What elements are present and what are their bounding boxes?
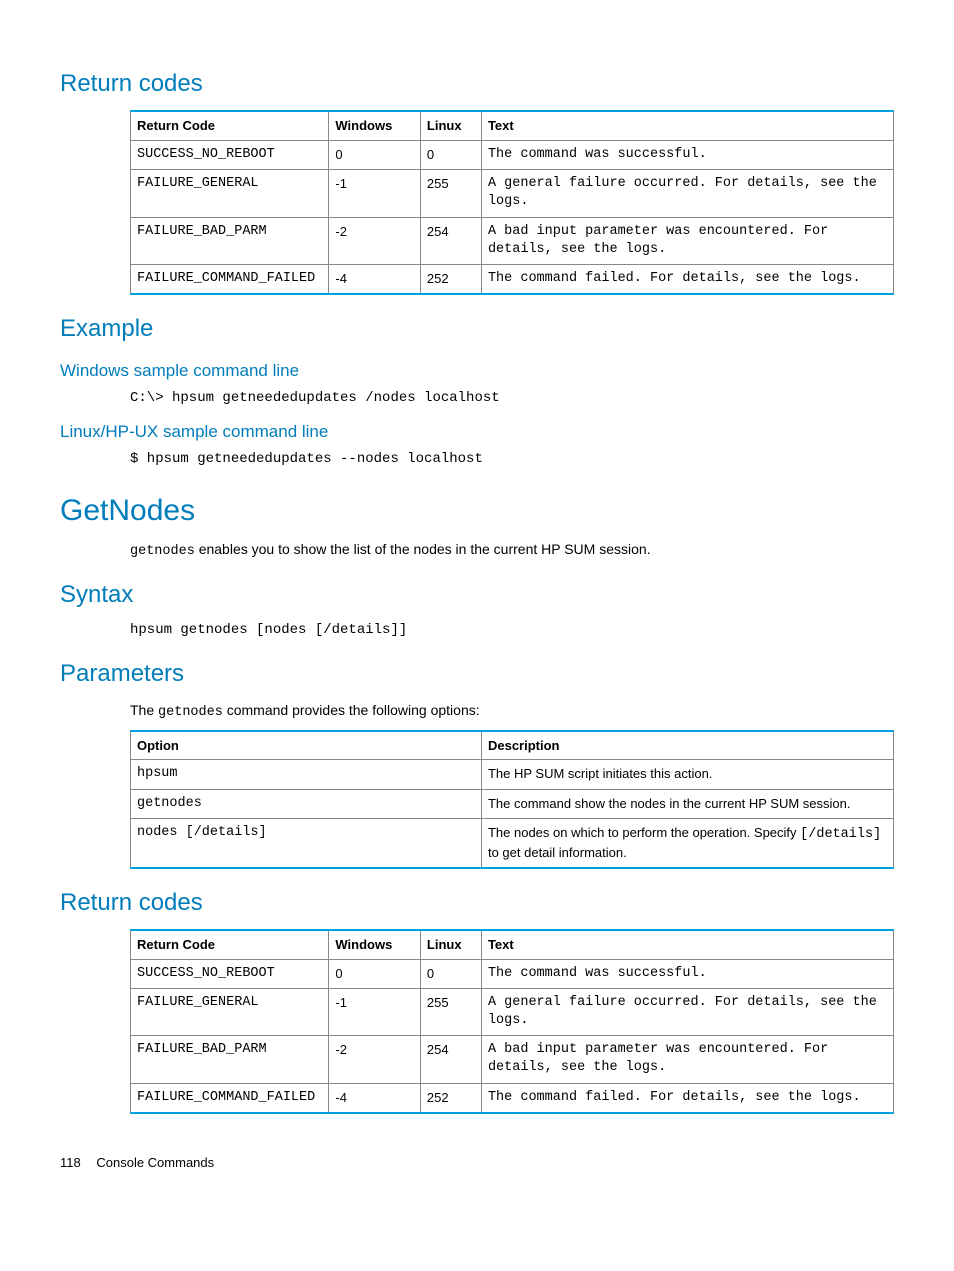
params-text-pre: The xyxy=(130,702,158,718)
return-codes-table-1: Return Code Windows Linux Text SUCCESS_N… xyxy=(130,110,894,295)
cell-win: -2 xyxy=(329,1036,421,1083)
cell-description: The nodes on which to perform the operat… xyxy=(481,818,893,867)
table-row: FAILURE_BAD_PARM -2 254 A bad input para… xyxy=(131,1036,894,1083)
cell-lin: 255 xyxy=(420,988,481,1035)
heading-syntax: Syntax xyxy=(60,579,894,611)
th-text: Text xyxy=(481,111,893,140)
cell-win: -2 xyxy=(329,217,421,264)
cell-text: A general failure occurred. For details,… xyxy=(481,988,893,1035)
table-row: FAILURE_BAD_PARM -2 254 A bad input para… xyxy=(131,217,894,264)
cell-win: -1 xyxy=(329,988,421,1035)
th-return-code: Return Code xyxy=(131,930,329,959)
heading-example: Example xyxy=(60,313,894,345)
heading-windows-sample: Windows sample command line xyxy=(60,360,894,383)
desc-pre: The nodes on which to perform the operat… xyxy=(488,825,800,840)
footer-title: Console Commands xyxy=(96,1155,214,1170)
cell-option: nodes [/details] xyxy=(131,818,482,867)
cell-win: -4 xyxy=(329,1083,421,1113)
cell-text: The command was successful. xyxy=(481,959,893,988)
cell-text: A bad input parameter was encountered. F… xyxy=(481,217,893,264)
cell-lin: 254 xyxy=(420,217,481,264)
desc-post: to get detail information. xyxy=(488,845,627,860)
table-row: hpsum The HP SUM script initiates this a… xyxy=(131,760,894,789)
cell-lin: 255 xyxy=(420,170,481,217)
th-option: Option xyxy=(131,731,482,760)
cell-text: The command failed. For details, see the… xyxy=(481,1083,893,1113)
cell-code: FAILURE_BAD_PARM xyxy=(131,217,329,264)
windows-sample-command: C:\> hpsum getneededupdates /nodes local… xyxy=(130,389,894,408)
cell-option: hpsum xyxy=(131,760,482,789)
cell-code: FAILURE_GENERAL xyxy=(131,988,329,1035)
parameters-description: The getnodes command provides the follow… xyxy=(130,701,894,722)
getnodes-code: getnodes xyxy=(130,544,195,559)
cell-code: FAILURE_COMMAND_FAILED xyxy=(131,1083,329,1113)
table-row: FAILURE_GENERAL -1 255 A general failure… xyxy=(131,170,894,217)
heading-return-codes-1: Return codes xyxy=(60,68,894,100)
cell-lin: 0 xyxy=(420,140,481,169)
heading-parameters: Parameters xyxy=(60,658,894,690)
linux-sample-command: $ hpsum getneededupdates --nodes localho… xyxy=(130,450,894,469)
syntax-command: hpsum getnodes [nodes [/details]] xyxy=(130,621,894,640)
cell-win: -1 xyxy=(329,170,421,217)
table-row: nodes [/details] The nodes on which to p… xyxy=(131,818,894,867)
th-windows: Windows xyxy=(329,111,421,140)
cell-text: The command was successful. xyxy=(481,140,893,169)
params-code: getnodes xyxy=(158,705,223,720)
table-row: FAILURE_COMMAND_FAILED -4 252 The comman… xyxy=(131,265,894,295)
cell-text: The command failed. For details, see the… xyxy=(481,265,893,295)
cell-lin: 252 xyxy=(420,265,481,295)
table-row: SUCCESS_NO_REBOOT 0 0 The command was su… xyxy=(131,959,894,988)
cell-code: FAILURE_COMMAND_FAILED xyxy=(131,265,329,295)
th-linux: Linux xyxy=(420,930,481,959)
cell-lin: 0 xyxy=(420,959,481,988)
table-row: SUCCESS_NO_REBOOT 0 0 The command was su… xyxy=(131,140,894,169)
cell-option: getnodes xyxy=(131,789,482,818)
th-linux: Linux xyxy=(420,111,481,140)
params-text-post: command provides the following options: xyxy=(223,702,480,718)
cell-code: SUCCESS_NO_REBOOT xyxy=(131,959,329,988)
table-row: getnodes The command show the nodes in t… xyxy=(131,789,894,818)
cell-description: The HP SUM script initiates this action. xyxy=(481,760,893,789)
cell-code: FAILURE_BAD_PARM xyxy=(131,1036,329,1083)
cell-win: 0 xyxy=(329,140,421,169)
heading-linux-sample: Linux/HP-UX sample command line xyxy=(60,421,894,444)
cell-code: SUCCESS_NO_REBOOT xyxy=(131,140,329,169)
page-number: 118 xyxy=(60,1154,81,1172)
cell-text: A general failure occurred. For details,… xyxy=(481,170,893,217)
cell-description: The command show the nodes in the curren… xyxy=(481,789,893,818)
cell-win: 0 xyxy=(329,959,421,988)
th-text: Text xyxy=(481,930,893,959)
th-return-code: Return Code xyxy=(131,111,329,140)
th-windows: Windows xyxy=(329,930,421,959)
page-footer: 118 Console Commands xyxy=(60,1154,894,1172)
cell-lin: 252 xyxy=(420,1083,481,1113)
heading-getnodes: GetNodes xyxy=(60,491,894,532)
parameters-table: Option Description hpsum The HP SUM scri… xyxy=(130,730,894,869)
heading-return-codes-2: Return codes xyxy=(60,887,894,919)
cell-code: FAILURE_GENERAL xyxy=(131,170,329,217)
th-description: Description xyxy=(481,731,893,760)
desc-code: [/details] xyxy=(800,827,881,842)
table-row: FAILURE_GENERAL -1 255 A general failure… xyxy=(131,988,894,1035)
table-row: FAILURE_COMMAND_FAILED -4 252 The comman… xyxy=(131,1083,894,1113)
cell-text: A bad input parameter was encountered. F… xyxy=(481,1036,893,1083)
getnodes-text: enables you to show the list of the node… xyxy=(195,541,651,557)
return-codes-table-2: Return Code Windows Linux Text SUCCESS_N… xyxy=(130,929,894,1114)
getnodes-description: getnodes enables you to show the list of… xyxy=(130,540,894,561)
cell-win: -4 xyxy=(329,265,421,295)
cell-lin: 254 xyxy=(420,1036,481,1083)
